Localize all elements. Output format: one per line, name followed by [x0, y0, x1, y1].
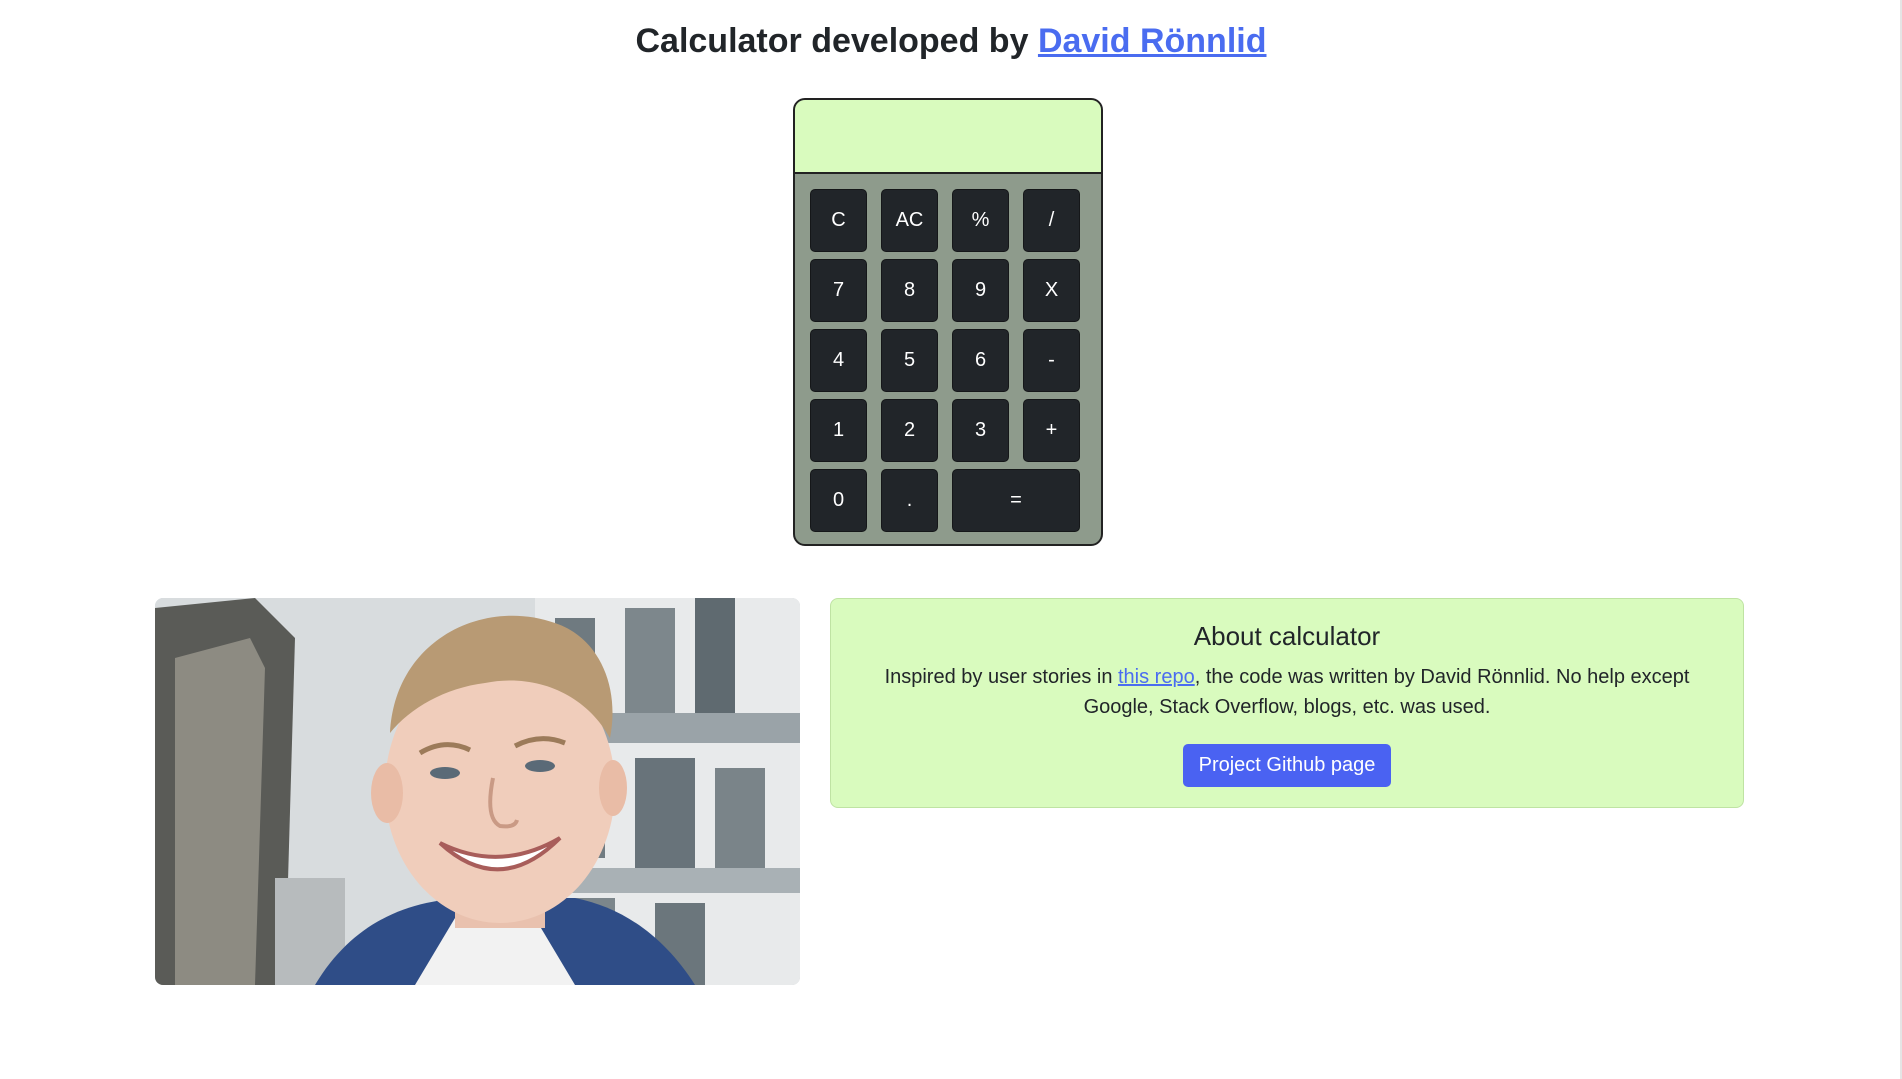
- page: Calculator developed by David Rönnlid C …: [0, 0, 1902, 1079]
- key-8[interactable]: 8: [881, 259, 938, 322]
- key-0[interactable]: 0: [810, 469, 867, 532]
- key-7[interactable]: 7: [810, 259, 867, 322]
- author-link[interactable]: David Rönnlid: [1038, 22, 1267, 60]
- key-equals[interactable]: =: [952, 469, 1080, 532]
- key-5[interactable]: 5: [881, 329, 938, 392]
- key-add[interactable]: +: [1023, 399, 1080, 462]
- key-6[interactable]: 6: [952, 329, 1009, 392]
- calculator: C AC % / 7 8 9 X 4 5 6 - 1 2 3 + 0 . =: [793, 98, 1103, 546]
- key-percent[interactable]: %: [952, 189, 1009, 252]
- key-all-clear[interactable]: AC: [881, 189, 938, 252]
- page-title-text: Calculator developed by: [635, 22, 1038, 60]
- github-page-button[interactable]: Project Github page: [1182, 744, 1392, 787]
- author-photo: [155, 598, 800, 985]
- repo-link[interactable]: this repo: [1118, 666, 1195, 688]
- key-clear[interactable]: C: [810, 189, 867, 252]
- key-subtract[interactable]: -: [1023, 329, 1080, 392]
- key-divide[interactable]: /: [1023, 189, 1080, 252]
- key-3[interactable]: 3: [952, 399, 1009, 462]
- key-multiply[interactable]: X: [1023, 259, 1080, 322]
- about-text: Inspired by user stories in this repo, t…: [857, 662, 1717, 722]
- key-2[interactable]: 2: [881, 399, 938, 462]
- key-1[interactable]: 1: [810, 399, 867, 462]
- about-card: About calculator Inspired by user storie…: [830, 598, 1744, 808]
- key-4[interactable]: 4: [810, 329, 867, 392]
- about-text-start: Inspired by user stories in: [884, 666, 1118, 688]
- about-title: About calculator: [1193, 621, 1381, 651]
- calculator-keypad: C AC % / 7 8 9 X 4 5 6 - 1 2 3 + 0 . =: [810, 189, 1080, 532]
- calculator-display: [795, 100, 1101, 174]
- page-title: Calculator developed by David Rönnlid: [0, 22, 1902, 61]
- key-9[interactable]: 9: [952, 259, 1009, 322]
- key-decimal[interactable]: .: [881, 469, 938, 532]
